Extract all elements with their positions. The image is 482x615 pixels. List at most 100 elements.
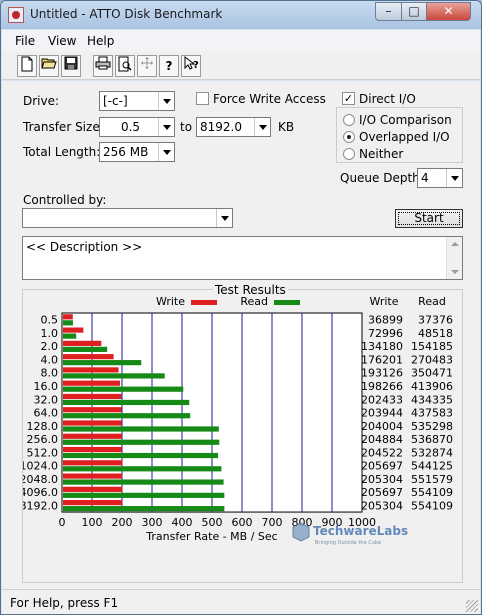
description-field[interactable]: << Description >>: [22, 236, 463, 280]
open-icon[interactable]: [39, 55, 59, 77]
read-bar: [63, 452, 219, 459]
y-tick-label: 2048.0: [23, 473, 58, 486]
y-tick-label: 1024.0: [23, 460, 58, 473]
force-write-access-label: Force Write Access: [213, 92, 326, 106]
title-bar[interactable]: Untitled - ATTO Disk Benchmark – □ ✕: [1, 1, 481, 29]
write-bar: [63, 420, 122, 426]
read-value: 532874: [411, 446, 453, 459]
move-icon[interactable]: [137, 55, 157, 77]
x-tick-label: 700: [262, 516, 283, 529]
read-value: 413906: [411, 380, 453, 393]
write-value: 205304: [361, 473, 403, 486]
print-icon[interactable]: [93, 55, 113, 77]
write-bar: [63, 460, 123, 466]
chevron-down-icon[interactable]: [216, 209, 232, 227]
print-preview-icon[interactable]: [115, 55, 135, 77]
help-icon[interactable]: ?: [159, 55, 179, 77]
read-bar: [63, 346, 108, 352]
read-value: 37376: [418, 314, 453, 327]
neither-radio[interactable]: [343, 148, 355, 160]
queue-depth-value: 4: [421, 171, 429, 185]
write-bar: [63, 354, 114, 360]
chevron-down-icon[interactable]: [254, 118, 270, 136]
test-results-title: Test Results: [213, 283, 288, 297]
app-window: Untitled - ATTO Disk Benchmark – □ ✕ Fil…: [0, 0, 482, 615]
menu-view[interactable]: View: [48, 34, 76, 48]
watermark-tagline: Bringing Outside the Cube: [315, 540, 381, 546]
svg-text:?: ?: [193, 60, 199, 71]
new-icon[interactable]: [17, 55, 37, 77]
chevron-down-icon[interactable]: [158, 143, 174, 161]
menu-file[interactable]: File: [15, 34, 35, 48]
write-bar: [63, 314, 73, 320]
controlled-by-label: Controlled by:: [23, 193, 107, 207]
y-tick-label: 16.0: [34, 380, 59, 393]
io-comparison-label: I/O Comparison: [359, 113, 452, 127]
y-tick-label: 512.0: [27, 446, 59, 459]
resize-grip-icon[interactable]: [466, 600, 478, 612]
transfer-size-to-select[interactable]: 8192.0: [196, 117, 271, 137]
minimize-button[interactable]: –: [375, 2, 402, 21]
main-panel: Drive: [-c-] Force Write Access ✓ Direct…: [2, 81, 480, 589]
watermark-cube-icon: [292, 522, 310, 542]
y-tick-label: 4096.0: [23, 486, 58, 499]
menu-help[interactable]: Help: [87, 34, 114, 48]
y-tick-label: 256.0: [27, 433, 59, 446]
transfer-size-from-select[interactable]: 0.5: [99, 117, 175, 137]
total-length-label: Total Length:: [23, 145, 101, 159]
write-bar: [63, 380, 121, 386]
read-value: 544125: [411, 460, 453, 473]
total-length-value: 256 MB: [103, 145, 149, 159]
total-length-select[interactable]: 256 MB: [99, 142, 175, 162]
x-tick-label: 100: [82, 516, 103, 529]
start-button[interactable]: Start: [395, 209, 463, 228]
overlapped-io-label: Overlapped I/O: [359, 130, 450, 144]
read-bar: [63, 492, 225, 498]
write-value: 134180: [361, 340, 403, 353]
legend-read-swatch: [274, 300, 300, 305]
legend-write-label: Write: [156, 295, 185, 308]
x-axis-label: Transfer Rate - MB / Sec: [145, 530, 277, 543]
controlled-by-select[interactable]: [22, 208, 233, 228]
write-value: 204522: [361, 446, 403, 459]
drive-value: [-c-]: [103, 94, 128, 108]
toolbar: ? ?: [2, 52, 480, 80]
y-tick-label: 8.0: [41, 367, 59, 380]
write-bar: [63, 407, 122, 413]
io-comparison-radio[interactable]: [343, 114, 355, 126]
write-value: 202433: [361, 393, 403, 406]
y-tick-label: 2.0: [41, 340, 59, 353]
write-bar: [63, 486, 123, 492]
write-value: 72996: [368, 327, 403, 340]
status-bar: For Help, press F1: [2, 589, 480, 614]
transfer-size-label: Transfer Size:: [23, 120, 104, 134]
io-mode-group: I/O Comparison Overlapped I/O Neither: [336, 107, 463, 163]
close-button[interactable]: ✕: [426, 2, 471, 21]
description-text: << Description >>: [26, 240, 143, 254]
chevron-down-icon[interactable]: [158, 92, 174, 110]
direct-io-checkbox[interactable]: ✓: [342, 92, 355, 105]
maximize-button[interactable]: □: [401, 2, 427, 21]
write-value: 205304: [361, 499, 403, 512]
force-write-access-checkbox[interactable]: [196, 92, 209, 105]
write-value: 205697: [361, 460, 403, 473]
overlapped-io-radio[interactable]: [343, 131, 355, 143]
description-scrollbar[interactable]: [446, 237, 462, 279]
write-bar: [63, 500, 123, 506]
read-value: 437583: [411, 407, 453, 420]
context-help-icon[interactable]: ?: [181, 55, 201, 77]
save-icon[interactable]: [61, 55, 81, 77]
drive-select[interactable]: [-c-]: [99, 91, 175, 111]
atto-app-icon: [8, 7, 24, 23]
read-bar: [63, 333, 77, 339]
transfer-unit-label: KB: [278, 120, 295, 134]
chevron-down-icon[interactable]: [158, 118, 174, 136]
queue-depth-select[interactable]: 4: [417, 168, 463, 188]
chevron-down-icon[interactable]: [446, 169, 462, 187]
write-value: 198266: [361, 380, 403, 393]
x-tick-label: 0: [59, 516, 66, 529]
test-results-group: Test Results 0 100 200 300 400 500 600 700 800 90…: [20, 283, 463, 583]
write-bar: [63, 433, 123, 439]
legend-write-swatch: [191, 300, 217, 305]
y-tick-label: 1.0: [41, 327, 59, 340]
